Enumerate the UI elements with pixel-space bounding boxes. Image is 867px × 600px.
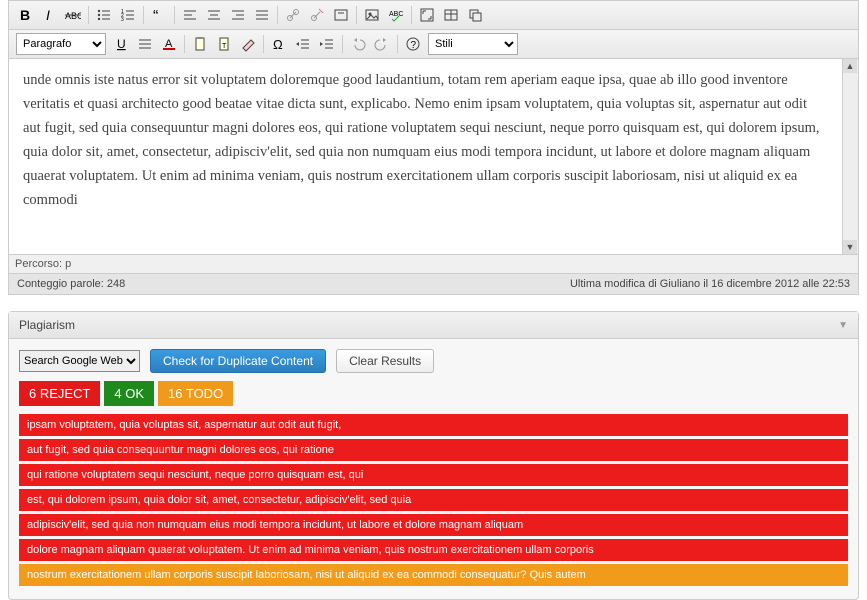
image-icon[interactable]	[361, 4, 383, 26]
svg-text:ABC: ABC	[65, 11, 81, 21]
scroll-up-icon[interactable]: ▲	[843, 59, 857, 73]
chevron-down-icon[interactable]: ▼	[838, 320, 848, 331]
help-icon[interactable]: ?	[402, 33, 424, 55]
spellcheck-icon[interactable]: ABC	[385, 4, 407, 26]
separator	[88, 6, 89, 24]
separator	[356, 6, 357, 24]
result-row[interactable]: qui ratione voluptatem sequi nesciunt, n…	[19, 464, 848, 486]
result-row[interactable]: dolore magnam aliquam quaerat voluptatem…	[19, 539, 848, 561]
separator	[411, 6, 412, 24]
separator	[174, 6, 175, 24]
restore-icon[interactable]	[464, 4, 486, 26]
italic-icon[interactable]: I	[38, 4, 60, 26]
align-right-icon[interactable]	[227, 4, 249, 26]
table-icon[interactable]	[440, 4, 462, 26]
clear-format-icon[interactable]	[237, 33, 259, 55]
result-row[interactable]: aut fugit, sed quia consequuntur magni d…	[19, 439, 848, 461]
check-duplicate-button[interactable]: Check for Duplicate Content	[150, 349, 326, 373]
svg-text:I: I	[46, 7, 50, 23]
svg-text:Ω: Ω	[273, 37, 283, 52]
path-bar: Percorso: p	[9, 254, 858, 273]
underline-icon[interactable]: U	[110, 33, 132, 55]
separator	[263, 35, 264, 53]
style-select[interactable]: Stili	[428, 33, 518, 55]
word-count: Conteggio parole: 248	[17, 278, 125, 290]
result-row[interactable]: est, qui dolorem ipsum, quia dolor sit, …	[19, 489, 848, 511]
ul-icon[interactable]	[93, 4, 115, 26]
plagiarism-header[interactable]: Plagiarism ▼	[9, 312, 858, 339]
ok-badge: 4 OK	[104, 381, 154, 406]
last-edit: Ultima modifica di Giuliano il 16 dicemb…	[570, 278, 850, 290]
fontcolor-icon[interactable]: A	[158, 33, 180, 55]
strike-icon[interactable]: ABC	[62, 4, 84, 26]
separator	[397, 35, 398, 53]
result-row[interactable]: nostrum exercitationem ullam corporis su…	[19, 564, 848, 586]
toolbar-row-2: Paragrafo U A T Ω ? Stili	[9, 30, 858, 59]
align-left-icon[interactable]	[179, 4, 201, 26]
svg-text:B: B	[20, 7, 30, 23]
status-bar: Conteggio parole: 248 Ultima modifica di…	[9, 273, 858, 294]
editor-container: B I ABC 123 “ ABC Paragrafo U A T Ω	[8, 0, 859, 295]
results-list: ipsam voluptatem, quia voluptas sit, asp…	[19, 414, 848, 586]
fullscreen-icon[interactable]	[416, 4, 438, 26]
separator	[277, 6, 278, 24]
search-engine-select[interactable]: Search Google Web	[19, 350, 140, 372]
editor-textarea[interactable]: unde omnis iste natus error sit voluptat…	[9, 59, 842, 254]
special-char-icon[interactable]: Ω	[268, 33, 290, 55]
plagiarism-title: Plagiarism	[19, 318, 75, 332]
clear-results-button[interactable]: Clear Results	[336, 349, 434, 373]
bold-icon[interactable]: B	[14, 4, 36, 26]
scroll-down-icon[interactable]: ▼	[843, 240, 857, 254]
result-badges: 6 REJECT 4 OK 16 TODO	[19, 381, 848, 406]
plagiarism-body: Search Google Web Check for Duplicate Co…	[9, 339, 858, 599]
indent-icon[interactable]	[316, 33, 338, 55]
align-justify-icon[interactable]	[251, 4, 273, 26]
paste-icon[interactable]	[189, 33, 211, 55]
undo-icon[interactable]	[347, 33, 369, 55]
plagiarism-panel: Plagiarism ▼ Search Google Web Check for…	[8, 311, 859, 600]
quote-icon[interactable]: “	[148, 4, 170, 26]
svg-text:T: T	[222, 43, 227, 50]
result-row[interactable]: adipisciv'elit, sed quia non numquam eiu…	[19, 514, 848, 536]
reject-badge: 6 REJECT	[19, 381, 100, 406]
outdent-icon[interactable]	[292, 33, 314, 55]
link-icon[interactable]	[282, 4, 304, 26]
separator	[342, 35, 343, 53]
result-row[interactable]: ipsam voluptatem, quia voluptas sit, asp…	[19, 414, 848, 436]
svg-text:3: 3	[121, 17, 124, 23]
svg-text:ABC: ABC	[389, 11, 403, 18]
toolbar-row-1: B I ABC 123 “ ABC	[9, 1, 858, 30]
ol-icon[interactable]: 123	[117, 4, 139, 26]
svg-text:?: ?	[411, 40, 417, 51]
plagiarism-controls: Search Google Web Check for Duplicate Co…	[19, 349, 848, 373]
redo-icon[interactable]	[371, 33, 393, 55]
separator	[184, 35, 185, 53]
align-icon[interactable]	[134, 33, 156, 55]
paste-text-icon[interactable]: T	[213, 33, 235, 55]
svg-text:U: U	[117, 37, 126, 51]
svg-text:“: “	[153, 8, 158, 23]
editor-body: unde omnis iste natus error sit voluptat…	[9, 59, 858, 254]
more-icon[interactable]	[330, 4, 352, 26]
format-select[interactable]: Paragrafo	[16, 33, 106, 55]
align-center-icon[interactable]	[203, 4, 225, 26]
separator	[143, 6, 144, 24]
scrollbar[interactable]: ▲ ▼	[842, 59, 858, 254]
todo-badge: 16 TODO	[158, 381, 233, 406]
unlink-icon[interactable]	[306, 4, 328, 26]
